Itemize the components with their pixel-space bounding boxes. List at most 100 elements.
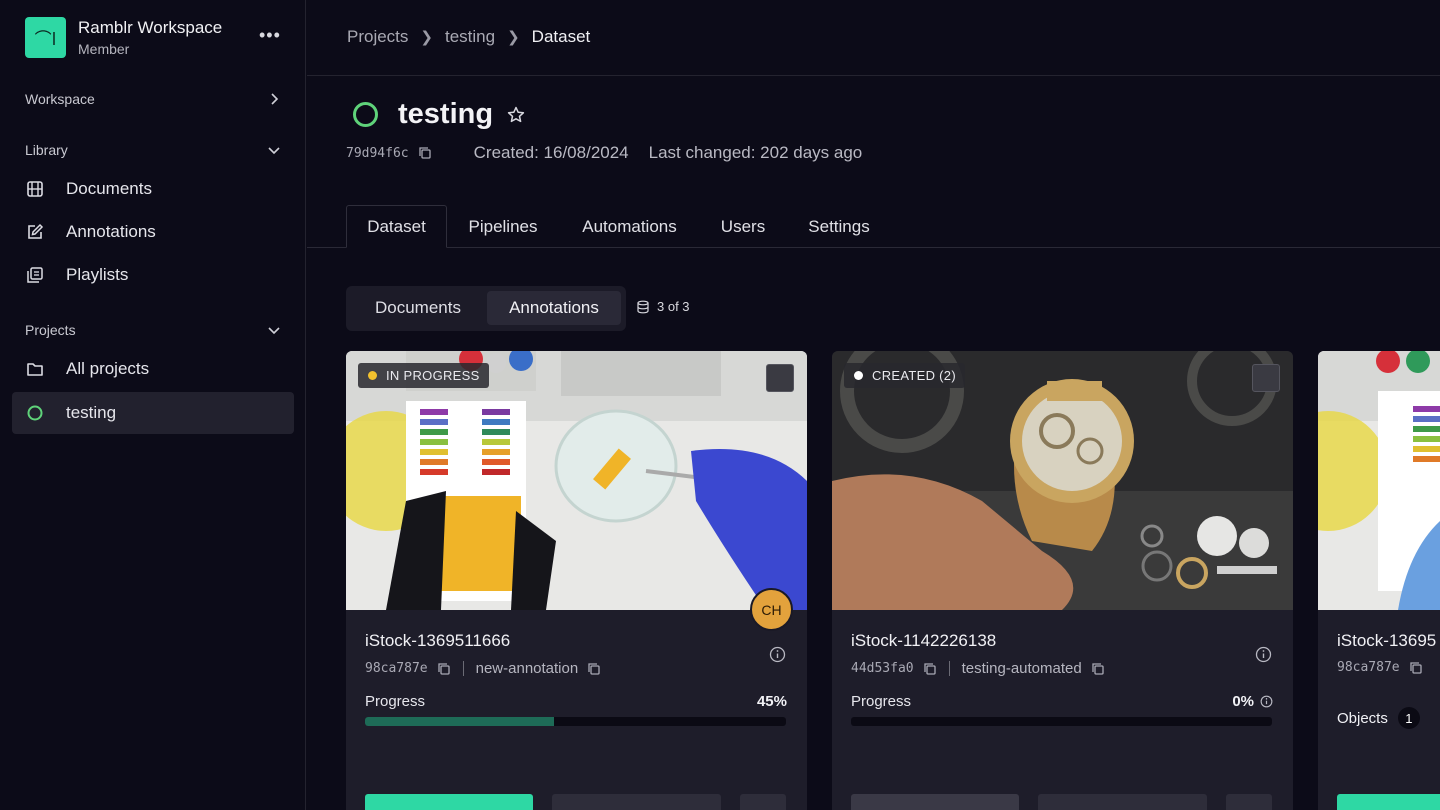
tab-pipelines[interactable]: Pipelines [457, 205, 549, 248]
card-thumbnail[interactable] [1318, 351, 1440, 610]
tab-users[interactable]: Users [711, 205, 775, 248]
section-label: Projects [25, 322, 76, 338]
progress-text: 45% [756, 693, 787, 710]
divider [462, 661, 464, 676]
sidebar-item-label: All projects [66, 359, 150, 378]
page-title-row: testing [353, 98, 526, 131]
chevron-down-icon [268, 327, 280, 335]
progress-value: 45% [757, 693, 787, 710]
sidebar-item-documents[interactable]: Documents [12, 168, 294, 210]
workspace-role: Member [78, 41, 130, 57]
progress-text: 0% [1232, 693, 1254, 710]
secondary-action-button[interactable] [552, 794, 721, 810]
copy-icon[interactable] [1409, 661, 1423, 675]
toggle-annotations[interactable]: Annotations [487, 291, 621, 325]
view-toggle: Documents Annotations [346, 286, 626, 331]
sidebar-section-workspace[interactable]: Workspace [25, 87, 281, 111]
workspace-logo: ⌒l [25, 17, 66, 58]
copy-icon[interactable] [437, 662, 451, 676]
objects-label: Objects [1337, 709, 1388, 727]
progress-bar [365, 717, 786, 726]
copy-icon[interactable] [418, 146, 432, 160]
workspace-header[interactable]: ⌒l Ramblr Workspace Member ••• [25, 17, 285, 59]
annotation-card[interactable]: IN PROGRESS iStock-1369511666 98ca787e n… [346, 351, 807, 810]
card-hash: 98ca787e [365, 661, 428, 676]
copy-icon[interactable] [923, 662, 937, 676]
edit-icon [25, 222, 45, 242]
chevron-down-icon [268, 147, 280, 155]
progress-label: Progress [365, 693, 426, 710]
playlist-icon [25, 265, 45, 285]
chevron-right-icon: ❯ [420, 29, 433, 46]
pipeline-name: testing-automated [961, 660, 1082, 677]
card-title[interactable]: iStock-13695 [1337, 631, 1436, 651]
page-title: testing [398, 98, 494, 130]
copy-icon[interactable] [1091, 662, 1105, 676]
sidebar: ⌒l Ramblr Workspace Member ••• Workspace… [0, 0, 306, 810]
sidebar-item-label: testing [66, 403, 117, 422]
progress-value: 0% [1232, 693, 1273, 710]
pipeline-name: new-annotation [475, 660, 579, 677]
tab-automations[interactable]: Automations [571, 205, 688, 248]
card-thumbnail[interactable]: IN PROGRESS [346, 351, 807, 610]
toggle-documents[interactable]: Documents [354, 291, 482, 325]
more-action-button[interactable] [740, 794, 786, 810]
sidebar-item-playlists[interactable]: Playlists [12, 254, 294, 296]
sidebar-item-annotations[interactable]: Annotations [12, 211, 294, 253]
sidebar-section-library[interactable]: Library [25, 138, 281, 162]
created-date: Created: 16/08/2024 [473, 143, 629, 162]
card-thumbnail[interactable]: CREATED (2) [832, 351, 1293, 610]
primary-action-button[interactable] [851, 794, 1019, 810]
sidebar-item-label: Playlists [66, 265, 129, 284]
annotation-card[interactable]: iStock-13695 98ca787e Objects 1 [1318, 351, 1440, 810]
tab-settings[interactable]: Settings [799, 205, 879, 248]
info-icon[interactable] [769, 646, 786, 663]
objects-counter: Objects 1 [1337, 707, 1420, 729]
progress-bar [851, 717, 1272, 726]
select-checkbox[interactable] [1252, 364, 1280, 392]
status-ring-icon [25, 403, 45, 423]
breadcrumb-projects[interactable]: Projects [347, 27, 408, 47]
info-icon[interactable] [1255, 646, 1272, 663]
avatar[interactable]: CH [750, 588, 793, 631]
card-meta: 98ca787e [1337, 660, 1423, 675]
star-icon[interactable] [506, 105, 526, 125]
status-badge: CREATED (2) [844, 363, 965, 388]
card-title[interactable]: iStock-1142226138 [851, 631, 996, 651]
divider [948, 661, 950, 676]
main-content: Projects ❯ testing ❯ Dataset testing 79d… [307, 0, 1440, 810]
select-checkbox[interactable] [766, 364, 794, 392]
result-count: 3 of 3 [636, 299, 690, 314]
more-action-button[interactable] [1226, 794, 1272, 810]
tab-bar: Dataset Pipelines Automations Users Sett… [307, 205, 1440, 248]
section-label: Workspace [25, 91, 95, 107]
more-icon[interactable]: ••• [259, 25, 281, 46]
database-icon [637, 300, 649, 313]
primary-action-button[interactable] [1337, 794, 1440, 810]
topbar: Projects ❯ testing ❯ Dataset [307, 0, 1440, 76]
tab-dataset[interactable]: Dataset [346, 205, 447, 248]
card-hash: 98ca787e [1337, 660, 1400, 675]
workspace-name: Ramblr Workspace [78, 18, 223, 37]
project-id: 79d94f6c [346, 145, 409, 161]
last-changed: Last changed: 202 days ago [648, 143, 863, 162]
sidebar-item-testing[interactable]: testing [12, 392, 294, 434]
sidebar-item-label: Documents [66, 179, 152, 198]
primary-action-button[interactable] [365, 794, 533, 810]
info-icon[interactable] [1260, 695, 1273, 708]
section-label: Library [25, 142, 68, 158]
annotation-card[interactable]: CREATED (2) iStock-1142226138 44d53fa0 t… [832, 351, 1293, 810]
chevron-right-icon [271, 93, 279, 105]
copy-icon[interactable] [587, 662, 601, 676]
chevron-right-icon: ❯ [507, 29, 520, 46]
sidebar-item-all-projects[interactable]: All projects [12, 348, 294, 390]
status-dot [854, 371, 863, 380]
sidebar-section-projects[interactable]: Projects [25, 318, 281, 342]
objects-count: 1 [1397, 707, 1420, 729]
page-meta: 79d94f6c Created: 16/08/2024 Last change… [346, 143, 862, 163]
secondary-action-button[interactable] [1038, 794, 1207, 810]
breadcrumb-testing[interactable]: testing [445, 27, 495, 47]
progress-label: Progress [851, 693, 912, 710]
card-title[interactable]: iStock-1369511666 [365, 631, 510, 651]
status-text: CREATED (2) [872, 368, 956, 383]
